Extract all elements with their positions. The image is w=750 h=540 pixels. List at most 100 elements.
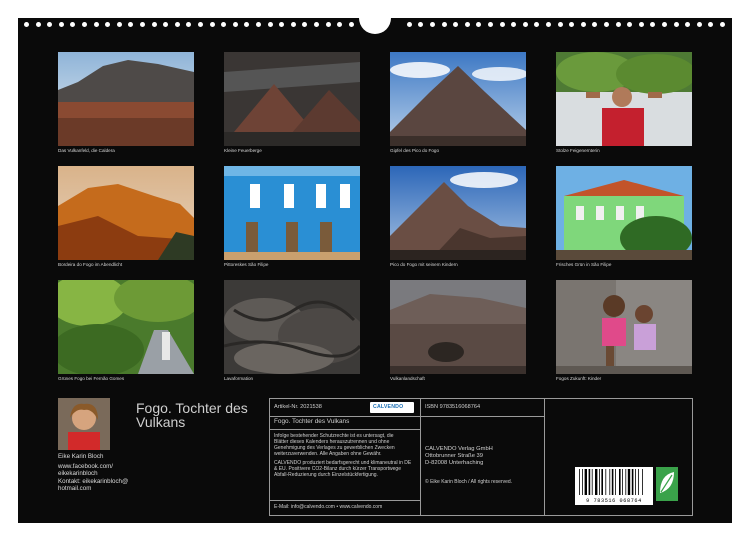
binding-hole xyxy=(35,22,41,27)
barcode-bar xyxy=(579,469,580,495)
product-title: Fogo. Tochter des Vulkans xyxy=(274,418,350,425)
caption-5: Bordeira do Fogo im Abendlicht xyxy=(58,262,123,267)
photo-pico-summit xyxy=(390,52,526,146)
barcode-bar xyxy=(635,469,636,495)
barcode-bar xyxy=(627,469,631,495)
isbn: ISBN 9783516068764 xyxy=(425,404,481,410)
binding-hole xyxy=(441,22,447,27)
binding-hole xyxy=(638,22,644,27)
binding-hole xyxy=(604,22,609,27)
barcode-number: 9 783516 068764 xyxy=(586,498,642,504)
barcode-bar xyxy=(605,469,607,495)
title-line-1: Fogo. Tochter des xyxy=(136,400,248,416)
barcode-bar xyxy=(622,469,623,495)
article-number: Artikel-Nr. 2021538 xyxy=(274,404,322,410)
binding-hole xyxy=(24,22,29,27)
photo-pico-children xyxy=(390,166,526,260)
legal-text-4: weiterzuverwenden. Alle Angaben ohne Gew… xyxy=(274,451,382,457)
binding-hole xyxy=(70,22,76,27)
barcode-bar xyxy=(591,469,593,495)
binding-hole xyxy=(140,22,145,27)
barcode-bar xyxy=(595,469,598,495)
info-column-1: Artikel-Nr. 2021538 CALVENDO Fogo. Tocht… xyxy=(270,399,421,515)
binding-hole xyxy=(546,22,551,27)
calendar-title: Fogo. Tochter des Vulkans xyxy=(136,401,248,429)
caption-10: Lavaformation xyxy=(224,376,254,381)
binding-hole xyxy=(267,22,273,27)
caption-12: Fogos Zukunft: Kinder xyxy=(556,376,602,381)
publisher-city: D-82008 Unterhaching xyxy=(425,460,484,466)
eco-leaf-icon xyxy=(656,467,678,501)
author-contact-2: hotmail.com xyxy=(58,485,92,493)
barcode-bar xyxy=(584,469,587,495)
binding-hole xyxy=(163,22,169,27)
copyright: © Eike Karin Bloch / All rights reserved… xyxy=(425,479,513,485)
binding-hole xyxy=(116,22,122,27)
author-web-2: eikekarinbloch xyxy=(58,470,98,478)
barcode-bar xyxy=(638,469,639,495)
binding-hole xyxy=(256,22,261,27)
binding-hole xyxy=(673,22,679,27)
barcode-bar xyxy=(625,469,627,495)
barcode-bar xyxy=(609,469,611,495)
barcode-bar xyxy=(588,469,591,495)
binding-hole xyxy=(580,22,586,27)
barcode-bar xyxy=(599,469,600,495)
photo-sao-filipe-green xyxy=(556,166,692,260)
author-name: Eike Karin Bloch xyxy=(58,453,104,460)
binding-hole xyxy=(511,22,517,27)
binding-hole xyxy=(685,22,691,27)
divider xyxy=(270,416,420,417)
barcode-bar xyxy=(619,469,621,495)
contact-email: E-Mail: info@calvendo.com • www.calvendo… xyxy=(274,504,383,510)
publisher-name: CALVENDO Verlag GmbH xyxy=(425,446,493,452)
binding-hole xyxy=(557,22,563,27)
barcode: 9 783516 068764 xyxy=(575,467,653,505)
binding-hole xyxy=(209,22,215,27)
binding-hole xyxy=(499,22,505,27)
caption-8: Frisches Grün in São Filipe xyxy=(556,262,612,267)
info-column-2: ISBN 9783516068764 CALVENDO Verlag GmbH … xyxy=(420,399,545,515)
binding-hole xyxy=(186,22,192,27)
binding-hole xyxy=(221,22,227,27)
publisher-street: Ottobrunner Straße 39 xyxy=(425,453,484,459)
binding-hole xyxy=(615,22,621,27)
binding-hole xyxy=(708,22,714,27)
calendar-back-page: Das Vulkanfeld, die Caldera Kleine Feuer… xyxy=(18,14,737,523)
binding-hole xyxy=(47,22,53,27)
binding-hole xyxy=(244,22,250,27)
barcode-bar xyxy=(642,469,643,495)
photo-fig-harvester xyxy=(556,52,692,146)
binding-hole xyxy=(290,22,296,27)
caption-6: Pittoreskes São Filipe xyxy=(224,262,269,267)
binding-hole xyxy=(696,22,702,27)
caption-4: Stolze Feigenernterin xyxy=(556,148,600,153)
binding-hole xyxy=(627,22,633,27)
caption-3: Gipfel des Pico do Fogo xyxy=(390,148,440,153)
barcode-bar xyxy=(601,469,603,495)
binding-hole xyxy=(569,22,575,27)
photo-children-future xyxy=(556,280,692,374)
binding-hole xyxy=(174,22,180,27)
binding-hole xyxy=(198,22,203,27)
barcode-bars xyxy=(579,469,643,495)
binding-hole xyxy=(58,22,64,27)
caption-11: Vulkanlandschaft xyxy=(390,376,425,381)
binding-hole xyxy=(650,22,656,27)
photo-small-volcanoes xyxy=(224,52,360,146)
calvendo-logo: CALVENDO xyxy=(370,402,414,413)
title-line-2: Vulkans xyxy=(136,414,186,430)
binding-hole xyxy=(430,22,435,27)
binding-hole xyxy=(406,22,412,27)
caption-9: Grünes Fogo bei Fernão Gomes xyxy=(58,376,125,381)
author-contact-1: Kontakt: eikekarinbloch@ xyxy=(58,477,129,485)
binding-hole xyxy=(418,22,424,27)
binding-hole xyxy=(105,22,111,27)
binding-hole xyxy=(314,22,319,27)
photo-green-fogo xyxy=(58,280,194,374)
photo-volcanic-landscape xyxy=(390,280,526,374)
eco-text-3: Abfall-Reduzierung durch Einzelstückfert… xyxy=(274,472,378,478)
binding-hole xyxy=(476,22,482,27)
photo-sao-filipe-blue xyxy=(224,166,360,260)
photo-bordeira-evening xyxy=(58,166,194,260)
